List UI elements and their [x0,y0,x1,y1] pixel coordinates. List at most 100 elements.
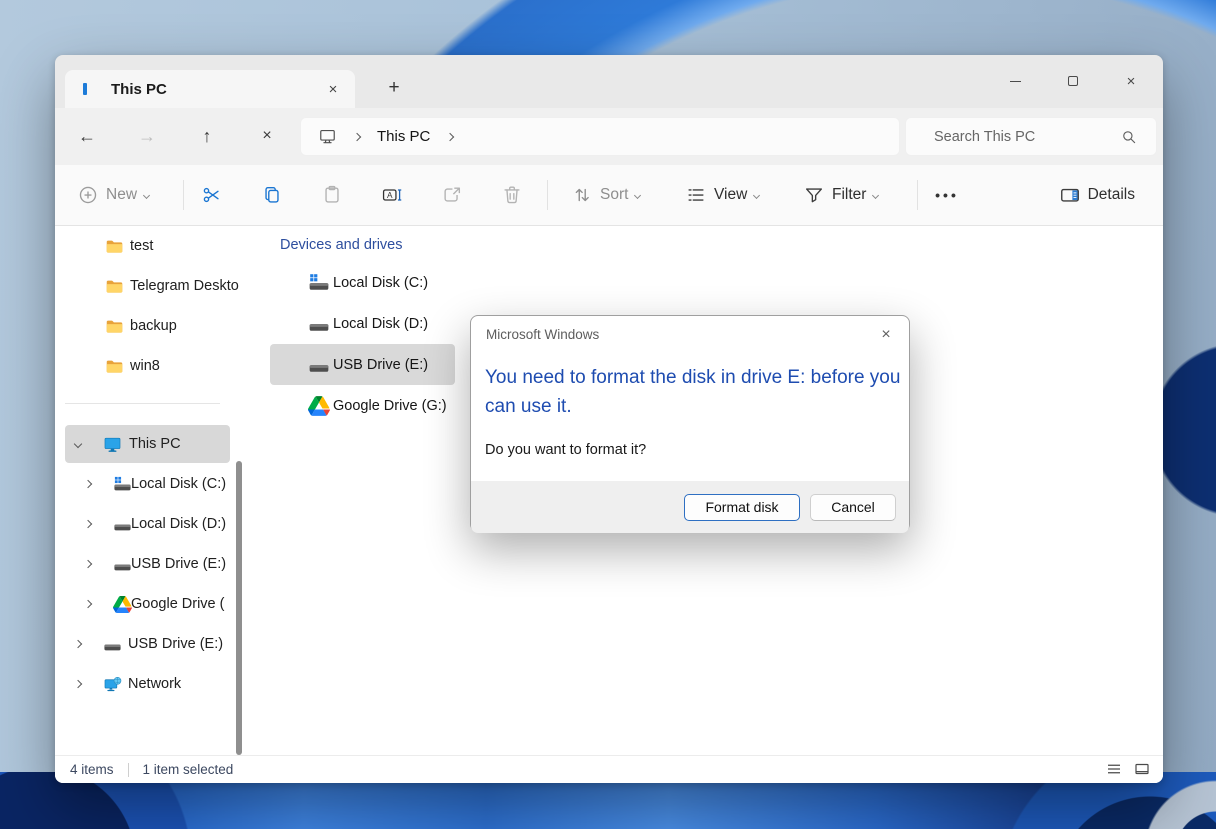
chevron-right-icon[interactable] [84,600,92,608]
disk-drive-icon [308,354,330,376]
thumbnail-view-icon[interactable] [1133,760,1151,778]
chevron-down-icon [753,191,760,198]
more-options-button[interactable]: ••• [923,177,971,213]
cancel-button[interactable]: Cancel [810,494,896,521]
disk-drive-icon [308,313,330,335]
sidebar-item-this-pc[interactable]: This PC [55,424,245,464]
disk-drive-icon [103,635,122,654]
sort-button[interactable]: Sort [563,177,648,213]
details-button[interactable]: Details [1051,177,1143,213]
delete-button[interactable] [492,177,532,213]
close-window-button[interactable]: × [1116,67,1146,95]
titlebar: This PC × + × [55,55,1163,108]
toolbar-separator [917,180,918,210]
sidebar-item-usb-drive-e-root[interactable]: USB Drive (E:) [55,624,245,664]
paste-button[interactable] [312,177,352,213]
minimize-button[interactable] [1000,67,1030,95]
plus-circle-icon [77,184,99,206]
rename-icon: A [381,184,403,206]
disk-drive-icon [113,515,132,534]
chevron-right-icon [446,132,454,140]
copy-button[interactable] [252,177,292,213]
search-icon[interactable] [1120,128,1138,146]
cut-button[interactable] [192,177,232,213]
list-view-icon[interactable] [1105,760,1123,778]
view-list-icon [685,184,707,206]
network-icon [103,675,122,694]
view-button-label: View [714,186,747,204]
drive-row-google-drive-g[interactable]: Google Drive (G:) [270,385,455,426]
chevron-right-icon [353,132,361,140]
minimize-icon [1010,81,1021,82]
share-icon [441,184,463,206]
share-button[interactable] [432,177,472,213]
folder-icon [105,317,124,336]
chevron-down-icon [143,191,150,198]
new-button[interactable]: New [69,177,157,213]
tab-close-icon[interactable]: × [321,77,345,101]
local-disk-c-icon [308,272,330,294]
google-drive-icon [308,395,330,417]
toolbar-separator [183,180,184,210]
sidebar-item-local-disk-c[interactable]: Local Disk (C:) [55,464,245,504]
toolbar-separator [547,180,548,210]
folder-icon [105,277,124,296]
navigation-bar: ← → ↑ × This PC Search This PC [55,108,1163,165]
filter-button[interactable]: Filter [795,177,886,213]
paste-clipboard-icon [321,184,343,206]
up-button[interactable]: ↑ [193,122,221,150]
folder-icon [105,357,124,376]
chevron-right-icon[interactable] [84,560,92,568]
maximize-button[interactable] [1058,67,1088,95]
sidebar-item-local-disk-d[interactable]: Local Disk (D:) [55,504,245,544]
status-bar: 4 items 1 item selected [55,755,1163,783]
back-button[interactable]: ← [73,122,101,150]
chevron-right-icon[interactable] [84,520,92,528]
chevron-right-icon[interactable] [74,640,82,648]
dialog-title: Microsoft Windows [486,316,599,354]
breadcrumb-this-pc[interactable]: This PC [377,128,430,145]
sidebar-divider [65,403,220,404]
sidebar-item-network[interactable]: Network [55,664,245,704]
svg-text:A: A [387,191,393,200]
drive-row-local-disk-c[interactable]: Local Disk (C:) [270,262,455,303]
trash-icon [501,184,523,206]
new-button-label: New [106,186,137,204]
sidebar-item-test[interactable]: test [55,226,245,266]
chevron-right-icon[interactable] [84,480,92,488]
view-button[interactable]: View [677,177,767,213]
breadcrumb[interactable]: This PC [300,117,900,156]
sidebar-item-google-drive[interactable]: Google Drive ( [55,584,245,624]
tab-this-pc[interactable]: This PC × [65,70,355,108]
rename-button[interactable]: A [372,177,412,213]
chevron-right-icon[interactable] [74,680,82,688]
chevron-down-icon [634,191,641,198]
sidebar-item-telegram-desktop[interactable]: Telegram Deskto [55,266,245,306]
items-count: 4 items [70,762,114,777]
drive-row-usb-drive-e-selected[interactable]: USB Drive (E:) [270,344,455,385]
sidebar: test Telegram Deskto backup win8 [55,226,245,755]
search-input[interactable]: Search This PC [905,117,1157,156]
search-placeholder: Search This PC [934,129,1035,145]
format-disk-button[interactable]: Format disk [684,494,800,521]
dialog-footer: Format disk Cancel [471,481,909,533]
forward-button[interactable]: → [133,122,161,150]
sidebar-item-win8[interactable]: win8 [55,346,245,386]
maximize-icon [1068,76,1078,86]
more-dots-icon: ••• [935,187,959,203]
disk-drive-icon [113,555,132,574]
refresh-stop-button[interactable]: × [253,122,281,150]
filter-funnel-icon [803,184,825,206]
sidebar-item-usb-drive-e[interactable]: USB Drive (E:) [55,544,245,584]
drive-row-local-disk-d[interactable]: Local Disk (D:) [270,303,455,344]
chevron-down-icon [872,191,879,198]
sidebar-scrollbar[interactable] [236,461,242,755]
tab-title: This PC [111,81,167,98]
new-tab-button[interactable]: + [381,73,407,103]
status-divider [128,763,129,777]
sidebar-item-backup[interactable]: backup [55,306,245,346]
google-drive-icon [113,595,132,614]
dialog-close-icon[interactable]: × [871,320,901,350]
group-header-devices-and-drives[interactable]: Devices and drives [280,237,403,253]
dialog-message: You need to format the disk in drive E: … [485,364,909,421]
